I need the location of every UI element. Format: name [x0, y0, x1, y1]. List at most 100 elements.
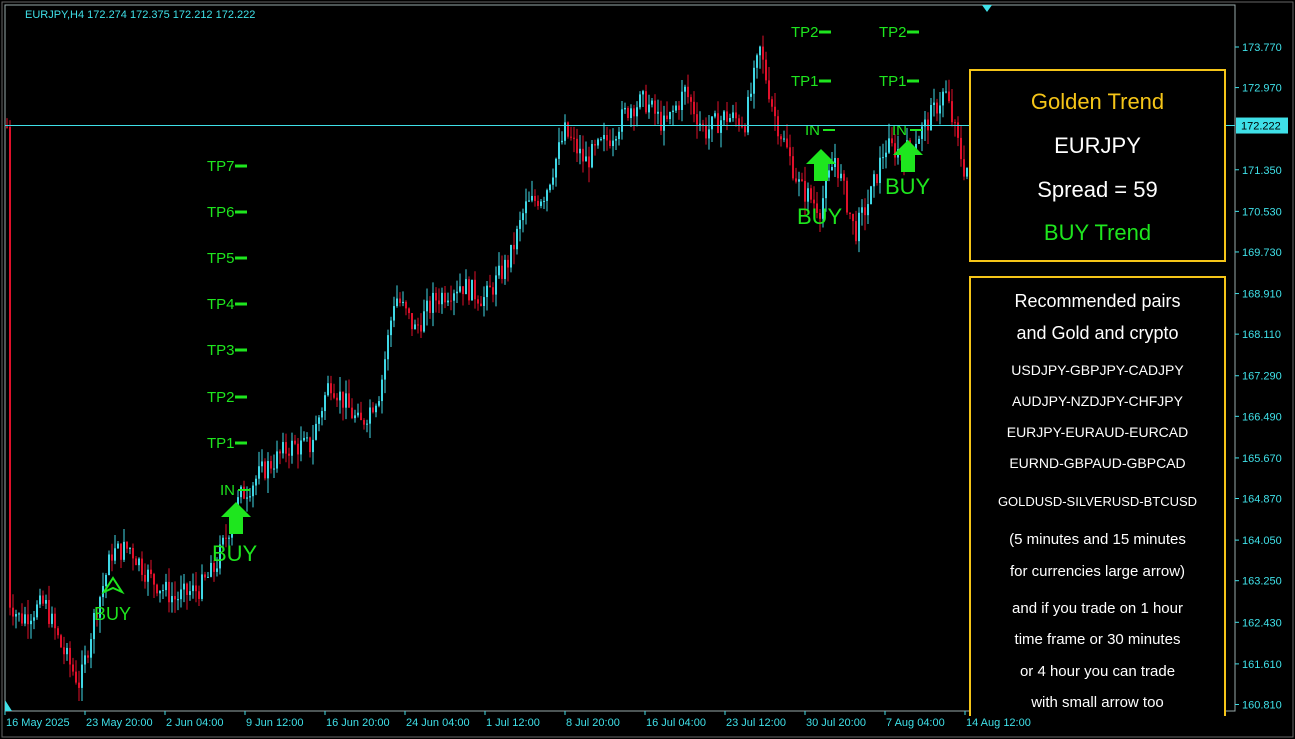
current-price-label: 172.222 — [1241, 121, 1281, 133]
candle-body — [792, 156, 794, 179]
candle-body — [54, 613, 56, 629]
candle-body — [885, 152, 887, 158]
candle-body — [45, 600, 47, 604]
candle-body — [582, 148, 584, 162]
candle-body — [828, 170, 830, 178]
symbol-info: EURJPY,H4 172.274 172.375 172.212 172.22… — [25, 9, 256, 21]
candle-body — [444, 292, 446, 303]
candle-body — [531, 195, 533, 201]
price-label: 169.730 — [1242, 247, 1282, 259]
candle-body — [510, 244, 512, 268]
candle-body — [537, 200, 539, 206]
candle-body — [672, 110, 674, 112]
candle-body — [240, 486, 242, 498]
candle-body — [261, 461, 263, 467]
candle-body — [591, 144, 593, 168]
candle-body — [561, 140, 563, 143]
time-label: 16 Jun 20:00 — [326, 717, 390, 729]
time-label: 30 Jul 20:00 — [806, 717, 866, 729]
candle-body — [519, 220, 521, 229]
candle-body — [618, 131, 620, 140]
scroll-marker — [5, 700, 12, 711]
candle-body — [144, 574, 146, 582]
note-line: and if you trade on 1 hour — [1012, 600, 1183, 617]
candle-body — [681, 91, 683, 111]
time-label: 14 Aug 12:00 — [966, 717, 1031, 729]
candle-body — [945, 91, 947, 93]
candle-body — [39, 595, 41, 605]
candle-body — [201, 574, 203, 599]
price-label: 173.770 — [1242, 42, 1282, 54]
candle-body — [357, 412, 359, 416]
candle-body — [522, 213, 524, 221]
candle-body — [771, 99, 773, 107]
candle-body — [63, 647, 65, 655]
candle-body — [198, 591, 200, 599]
candle-body — [927, 119, 929, 131]
candle-body — [360, 412, 362, 421]
candle-body — [783, 138, 785, 140]
panel-title: Golden Trend — [1030, 89, 1165, 114]
candle-body — [420, 325, 422, 332]
candle-body — [642, 91, 644, 95]
buy-signal-label: BUY — [797, 204, 843, 229]
candle-body — [957, 122, 959, 138]
candle-body — [471, 279, 473, 301]
candle-body — [930, 105, 932, 131]
candle-body — [153, 574, 155, 585]
candle-body — [489, 285, 491, 288]
candle-body — [345, 393, 347, 408]
candle-body — [42, 595, 44, 604]
candle-body — [708, 129, 710, 139]
candle-body — [468, 279, 470, 301]
candle-body — [315, 423, 317, 440]
candle-body — [225, 537, 227, 539]
candle-body — [612, 140, 614, 147]
candle-body — [249, 496, 251, 498]
candle-body — [276, 451, 278, 469]
candle-body — [396, 298, 398, 307]
candle-body — [657, 111, 659, 114]
candle-body — [258, 466, 260, 479]
candle-body — [306, 437, 308, 439]
candle-body — [462, 286, 464, 295]
candle-body — [114, 548, 116, 561]
candle-body — [105, 574, 107, 587]
candle-body — [381, 379, 383, 402]
candle-body — [729, 118, 731, 122]
candle-body — [390, 320, 392, 336]
candle-body — [813, 199, 815, 204]
candle-body — [294, 440, 296, 444]
candle-body — [636, 107, 638, 117]
candle-body — [459, 286, 461, 292]
panel-trend: BUY Trend — [1043, 220, 1152, 245]
candle-body — [615, 139, 617, 141]
candle-body — [78, 682, 80, 688]
candle-body — [33, 617, 35, 621]
candle-body — [453, 293, 455, 301]
candle-body — [774, 106, 776, 117]
candle-body — [867, 204, 869, 216]
time-label: 1 Jul 12:00 — [486, 717, 540, 729]
pairs-line: GOLDUSD-SILVERUSD-BTCUSD — [997, 494, 1198, 509]
candle-body — [180, 589, 182, 600]
candle-body — [840, 173, 842, 179]
chart-shift-marker — [982, 5, 992, 12]
price-label: 165.670 — [1242, 453, 1282, 465]
candle-body — [837, 158, 839, 179]
candle-body — [336, 397, 338, 401]
candle-body — [333, 393, 335, 398]
candle-body — [711, 116, 713, 130]
price-label: 162.430 — [1242, 617, 1282, 629]
candle-body — [417, 324, 419, 326]
candle-body — [18, 613, 20, 615]
candle-body — [714, 113, 716, 117]
small-buy-label: BUY — [94, 604, 131, 624]
candle-body — [402, 301, 404, 304]
candle-body — [549, 184, 551, 191]
panel-symbol: EURJPY — [1054, 133, 1141, 158]
candle-body — [600, 139, 602, 141]
candle-body — [507, 259, 509, 268]
candle-body — [753, 67, 755, 94]
note-line: with small arrow too — [1031, 694, 1164, 711]
